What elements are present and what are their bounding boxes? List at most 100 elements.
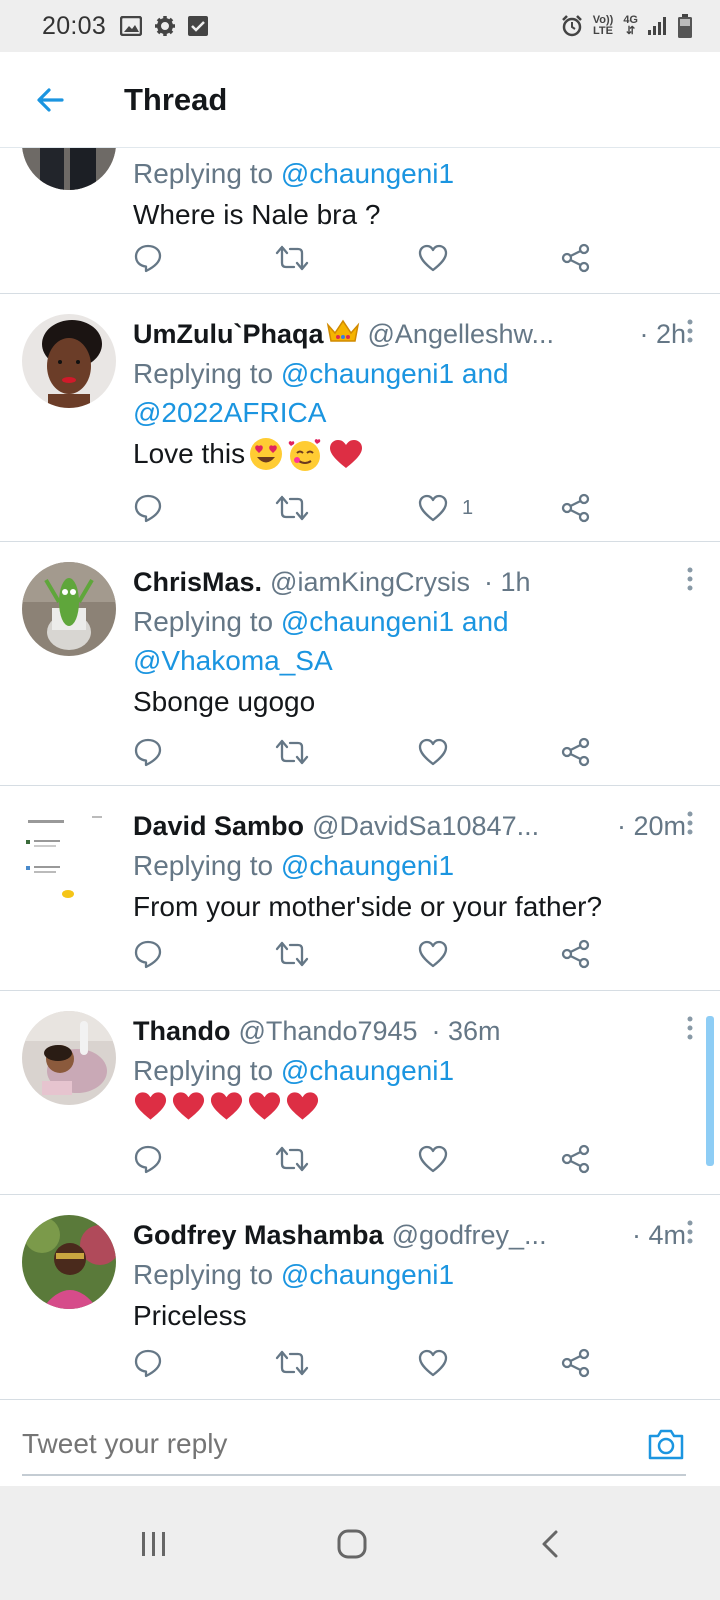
tweet-actions [133,936,613,972]
retweet-button[interactable] [275,734,309,770]
status-system-icons: Vo)) LTE 4G ⇵ [561,14,692,38]
like-button[interactable] [418,1345,462,1381]
like-count: 1 [462,496,474,519]
reply-icon [134,1145,162,1174]
home-button[interactable] [322,1522,382,1566]
retweet-icon [275,1146,309,1172]
display-name[interactable]: UmZulu`Phaqa [133,319,324,350]
mention-link[interactable]: @Vhakoma_SA [133,645,333,676]
handle[interactable]: @godfrey_... [392,1220,547,1251]
mention-link[interactable]: @chaungeni1 [281,1055,454,1086]
avatar[interactable] [22,562,116,656]
handle[interactable]: @Angelleshw... [368,319,555,350]
back-button[interactable] [22,72,78,128]
smiling-hearts-emoji [288,439,321,471]
thread-feed[interactable]: Replying to @chaungeni1 Where is Nale br… [0,148,720,1398]
share-button[interactable] [561,490,591,526]
more-options-icon[interactable] [680,808,700,838]
mention-link[interactable]: @2022AFRICA [133,397,326,428]
tweet[interactable]: UmZulu`Phaqa @Angelleshw... · 2h Replyin… [0,294,720,542]
avatar[interactable] [22,1011,116,1105]
status-time: 20:03 [42,11,107,40]
status-notification-icons [120,15,209,37]
avatar[interactable] [22,806,116,900]
tweet-actions [133,240,613,276]
reply-button[interactable] [133,490,163,526]
display-name[interactable]: David Sambo [133,811,304,842]
retweet-icon [275,1350,309,1376]
mention-link[interactable]: @chaungeni1 and [281,358,509,389]
tweet-header: David Sambo @DavidSa10847... · 20m [133,806,686,846]
mention-link[interactable]: @chaungeni1 [281,1259,454,1290]
tweet[interactable]: Godfrey Mashamba @godfrey_... · 4m Reply… [0,1195,720,1398]
handle[interactable]: @iamKingCrysis [270,567,470,598]
gear-icon [154,15,176,37]
display-name[interactable]: Thando [133,1016,230,1047]
tweet-content: Thando @Thando7945 · 36m Replying to @ch… [133,1011,686,1122]
reply-context: Replying to @chaungeni1 and [133,606,509,637]
avatar[interactable] [22,148,116,190]
reply-button[interactable] [133,1141,163,1177]
share-icon [561,1144,590,1174]
reply-button[interactable] [133,936,163,972]
mention-link[interactable]: @chaungeni1 [281,158,454,189]
handle[interactable]: @Thando7945 [238,1016,417,1047]
share-button[interactable] [561,240,591,276]
system-nav-bar [0,1486,720,1600]
red-heart-emoji [248,1092,281,1120]
network-indicator: 4G ⇵ [623,14,638,37]
reply-context: Replying to @chaungeni1 [133,158,455,189]
share-button[interactable] [561,1141,591,1177]
alarm-icon [561,15,583,37]
tweet-actions: 1 [133,490,613,526]
display-name[interactable]: ChrisMas. [133,567,262,598]
retweet-button[interactable] [275,1141,309,1177]
tweet-content: ChrisMas. @iamKingCrysis · 1h Replying t… [133,562,686,724]
mention-link[interactable]: @chaungeni1 and [281,606,509,637]
more-options-icon[interactable] [680,316,700,346]
share-button[interactable] [561,936,591,972]
retweet-button[interactable] [275,936,309,972]
tweet[interactable]: Replying to @chaungeni1 Where is Nale br… [0,148,720,294]
tweet-content: UmZulu`Phaqa @Angelleshw... · 2h Replyin… [133,314,686,476]
reply-button[interactable] [133,1345,163,1381]
tweet-actions [133,734,613,770]
tweet[interactable]: David Sambo @DavidSa10847... · 20m Reply… [0,786,720,991]
like-button[interactable] [418,734,462,770]
more-options-icon[interactable] [680,1217,700,1247]
more-options-icon[interactable] [680,1013,700,1043]
avatar[interactable] [22,1215,116,1309]
camera-icon [648,1429,684,1460]
like-button[interactable] [418,1141,462,1177]
recents-button[interactable] [124,1522,184,1566]
tweet[interactable]: Thando @Thando7945 · 36m Replying to @ch… [0,991,720,1195]
display-name[interactable]: Godfrey Mashamba [133,1220,384,1251]
tweet-text: Where is Nale bra ? [133,199,381,230]
tweet[interactable]: ChrisMas. @iamKingCrysis · 1h Replying t… [0,542,720,786]
nav-back-button[interactable] [520,1522,580,1566]
retweet-button[interactable] [275,1345,309,1381]
more-options-icon[interactable] [680,564,700,594]
like-button[interactable] [418,240,462,276]
retweet-button[interactable] [275,240,309,276]
avatar[interactable] [22,314,116,408]
handle[interactable]: @DavidSa10847... [312,811,539,842]
timestamp: · 20m [616,810,686,841]
camera-button[interactable] [646,1424,686,1464]
scrollbar[interactable] [706,1016,714,1166]
share-button[interactable] [561,734,591,770]
like-button[interactable]: 1 [418,490,473,526]
retweet-button[interactable] [275,490,309,526]
reply-composer [0,1399,720,1486]
like-icon [418,494,448,522]
mention-link[interactable]: @chaungeni1 [281,850,454,881]
like-button[interactable] [418,936,462,972]
check-box-icon [188,16,209,36]
reply-button[interactable] [133,734,163,770]
share-icon [561,939,590,969]
share-button[interactable] [561,1345,591,1381]
reply-button[interactable] [133,240,163,276]
reply-icon [134,244,162,273]
app-header: Thread [0,52,720,148]
reply-input[interactable] [22,1422,582,1466]
